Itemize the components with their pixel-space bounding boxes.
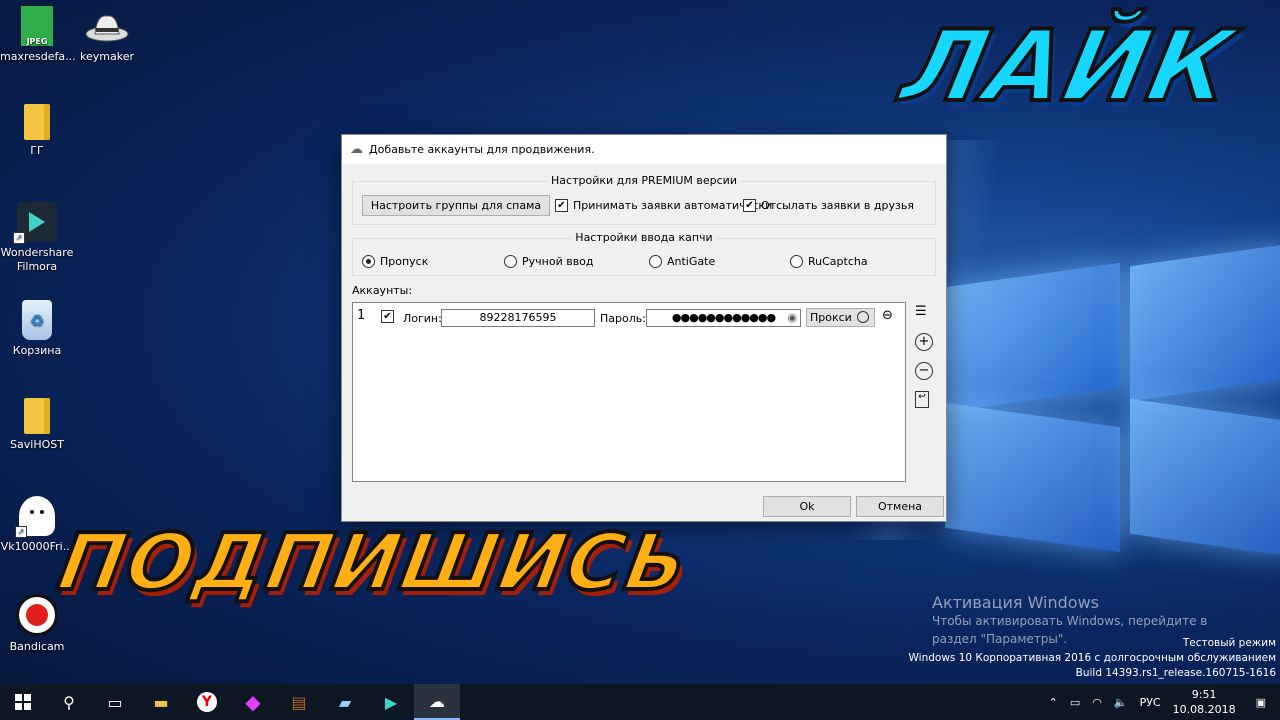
hat-icon — [85, 6, 129, 46]
password-label: Пароль: — [600, 312, 646, 325]
bandicam-record-icon — [16, 594, 58, 636]
taskbar: ⚲ ▭ ▬ Y ◆ ▤ ▰ ▶ ☁ ⌃ ▭ ◠ 🔈 РУС 9:51 10.08… — [0, 684, 1280, 720]
network-icon[interactable]: ◠ — [1086, 696, 1108, 709]
captcha-skip-radio[interactable]: Пропуск — [362, 255, 428, 268]
captcha-group-title: Настройки ввода капчи — [571, 231, 717, 244]
notifications-icon[interactable]: ▣ — [1242, 696, 1280, 709]
proxy-status-icon — [857, 311, 869, 323]
send-friend-requests-checkbox[interactable]: ✔ Отсылать заявки в друзья — [743, 199, 914, 212]
start-button[interactable] — [0, 684, 46, 720]
desktop-icon-recycle-bin[interactable]: ♻ Корзина — [0, 300, 74, 358]
dialog-title: Добавьте аккаунты для продвижения. — [369, 143, 595, 156]
desktop-icon-filmora[interactable]: ↗ Wondershare Filmora — [0, 202, 74, 274]
ghost-cat-icon: ↗ — [15, 496, 55, 538]
desktop-icon-folder-savihost[interactable]: SaviHOST — [0, 398, 74, 452]
desktop-icon-keymaker[interactable]: keymaker — [70, 6, 144, 64]
proxy-button[interactable]: Прокси — [806, 308, 875, 327]
captcha-manual-radio[interactable]: Ручной ввод — [504, 255, 594, 268]
login-field[interactable]: 89228176595 — [441, 309, 595, 327]
premium-settings-group: Настройки для PREMIUM версии Настроить г… — [352, 174, 936, 225]
battery-icon[interactable]: ▭ — [1064, 696, 1086, 709]
volume-icon[interactable]: 🔈 — [1108, 696, 1134, 709]
search-icon[interactable]: ⚲ — [46, 684, 92, 720]
svg-text:♻: ♻ — [30, 311, 44, 330]
dialog-titlebar[interactable]: ☁ Добавьте аккаунты для продвижения. — [342, 135, 946, 164]
task-view-icon[interactable]: ▭ — [92, 684, 138, 720]
premium-group-title: Настройки для PREMIUM версии — [547, 174, 741, 187]
accounts-label: Аккаунты: — [352, 284, 413, 297]
list-settings-icon[interactable]: ☰ — [915, 304, 931, 320]
folder-icon — [24, 104, 50, 140]
diamond-app-icon[interactable]: ◆ — [230, 684, 276, 720]
accounts-list[interactable]: 1 ✔ Логин: 89228176595 Пароль: ●●●●●●●●●… — [352, 302, 906, 482]
configure-spam-groups-button[interactable]: Настроить группы для спама — [362, 195, 550, 216]
clock[interactable]: 9:51 10.08.2018 — [1167, 687, 1242, 717]
language-indicator[interactable]: РУС — [1134, 696, 1167, 709]
eye-icon[interactable]: ◉ — [787, 310, 797, 326]
import-file-icon[interactable]: ↩ — [915, 391, 929, 408]
windows-start-icon — [15, 694, 31, 710]
desktop-icon-folder-gg[interactable]: ГГ — [0, 104, 74, 158]
filmora-icon: ↗ — [13, 202, 57, 244]
recycle-bin-icon: ♻ — [22, 300, 52, 340]
login-label: Логин: — [403, 312, 442, 325]
checkbox-checked-icon: ✔ — [555, 199, 568, 212]
system-tray: ⌃ ▭ ◠ 🔈 РУС 9:51 10.08.2018 ▣ — [1043, 684, 1280, 720]
ok-button[interactable]: Ok — [763, 496, 851, 517]
desktop-icon-jpeg[interactable]: JPEG maxresdefa... — [0, 6, 76, 64]
filmora-taskbar-icon[interactable]: ▶ — [368, 684, 414, 720]
radio-icon — [504, 255, 517, 268]
file-explorer-icon[interactable]: ▬ — [138, 684, 184, 720]
accept-requests-checkbox[interactable]: ✔ Принимать заявки автоматически — [555, 199, 772, 212]
account-login-icon[interactable]: ⊖ — [882, 308, 893, 323]
password-field[interactable]: ●●●●●●●●●●●● ◉ — [646, 309, 801, 327]
radio-selected-icon — [362, 255, 375, 268]
add-accounts-dialog: ☁ Добавьте аккаунты для продвижения. Нас… — [341, 134, 947, 522]
captcha-settings-group: Настройки ввода капчи Пропуск Ручной вво… — [352, 231, 936, 276]
winrar-icon[interactable]: ▤ — [276, 684, 322, 720]
captcha-antigate-radio[interactable]: AntiGate — [649, 255, 715, 268]
cancel-button[interactable]: Отмена — [856, 496, 944, 517]
remove-account-icon[interactable]: − — [915, 362, 933, 380]
folder-icon — [24, 398, 50, 434]
radio-icon — [790, 255, 803, 268]
vk-app-taskbar-icon[interactable]: ☁ — [414, 684, 460, 720]
account-index: 1 — [357, 308, 366, 323]
yandex-browser-icon[interactable]: Y — [184, 684, 230, 720]
account-enabled-checkbox[interactable]: ✔ — [381, 310, 394, 323]
show-hidden-icons-chevron-icon[interactable]: ⌃ — [1043, 696, 1064, 709]
app-ghost-icon: ☁ — [350, 142, 363, 157]
captcha-rucaptcha-radio[interactable]: RuCaptcha — [790, 255, 868, 268]
subscribe-banner: ПОДПИШИСЬ — [50, 516, 698, 610]
radio-icon — [649, 255, 662, 268]
notes-app-icon[interactable]: ▰ — [322, 684, 368, 720]
add-account-icon[interactable]: + — [915, 333, 933, 351]
build-info: Тестовый режим Windows 10 Корпоративная … — [908, 637, 1276, 679]
like-banner: ЛАЙК — [891, 8, 1247, 126]
windows-logo-wallpaper — [945, 243, 1280, 585]
jpeg-file-icon: JPEG — [21, 6, 53, 46]
checkbox-checked-icon: ✔ — [743, 199, 756, 212]
